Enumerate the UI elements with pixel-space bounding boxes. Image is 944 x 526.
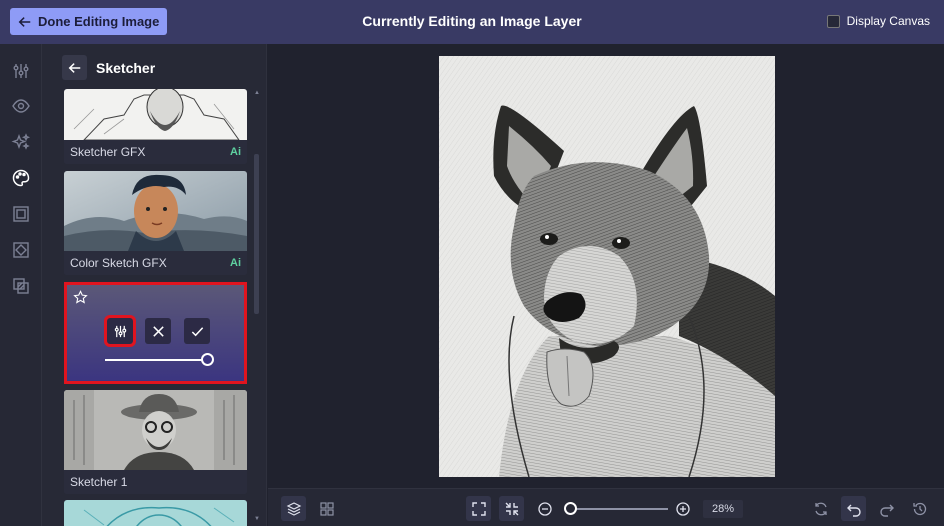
- ai-badge: Ai: [230, 257, 241, 269]
- grid-icon: [319, 501, 334, 516]
- refresh-icon: [814, 502, 827, 515]
- layers-icon: [286, 501, 301, 516]
- top-bar: Done Editing Image Currently Editing an …: [0, 0, 944, 44]
- scroll-thumb[interactable]: [254, 154, 259, 314]
- zoom-in-button[interactable]: [670, 496, 695, 521]
- display-canvas-checkbox[interactable]: [826, 14, 840, 28]
- redo-icon: [879, 504, 894, 517]
- arrow-left-icon: [68, 62, 80, 73]
- scroll-up-icon[interactable]: ▲: [254, 90, 260, 96]
- shrink-icon: [505, 502, 518, 515]
- checkmark-icon: [191, 326, 203, 336]
- filter-card-label: Sketcher 1: [70, 475, 128, 489]
- undo-icon: [846, 504, 861, 517]
- active-filter-card[interactable]: [64, 282, 247, 384]
- canvas-area[interactable]: [268, 44, 944, 488]
- minus-circle-icon: [537, 501, 552, 516]
- fit-to-screen-button[interactable]: [466, 496, 491, 521]
- reset-button[interactable]: [808, 496, 833, 521]
- favorite-star-icon[interactable]: [73, 290, 88, 305]
- filter-card-next[interactable]: [64, 500, 247, 526]
- sliders-icon: [114, 325, 126, 337]
- close-icon: [152, 325, 164, 337]
- slider-handle[interactable]: [201, 353, 214, 366]
- tool-rail: [0, 44, 42, 526]
- layers-button[interactable]: [281, 496, 306, 521]
- redo-button[interactable]: [874, 496, 899, 521]
- plus-circle-icon: [675, 501, 690, 516]
- undo-button[interactable]: [841, 496, 866, 521]
- image-layer[interactable]: [439, 56, 775, 477]
- filter-intensity-slider[interactable]: [105, 353, 214, 366]
- filter-card-sketcher-1[interactable]: Sketcher 1: [64, 390, 247, 494]
- filter-card-caption: Color Sketch GFX Ai: [64, 251, 247, 275]
- expand-icon: [471, 501, 486, 516]
- filter-settings-button[interactable]: [104, 315, 136, 347]
- actual-size-button[interactable]: [499, 496, 524, 521]
- zoom-slider-handle[interactable]: [564, 502, 577, 515]
- filter-card-caption: Sketcher GFX Ai: [64, 140, 247, 164]
- apply-filter-button[interactable]: [184, 318, 210, 344]
- zoom-value-field[interactable]: 28%: [703, 500, 743, 518]
- filter-thumbnail: [64, 171, 247, 251]
- filter-card-label: Sketcher GFX: [70, 145, 146, 159]
- display-canvas-label: Display Canvas: [846, 14, 930, 28]
- history-icon: [912, 502, 926, 515]
- bottom-toolbar: 28%: [268, 488, 944, 526]
- cancel-filter-button[interactable]: [145, 318, 171, 344]
- filter-panel: Sketcher Sketcher GFX Ai Color Sketch GF…: [42, 44, 267, 526]
- adjustments-icon[interactable]: [11, 61, 31, 81]
- display-canvas-toggle[interactable]: Display Canvas: [826, 14, 930, 28]
- scroll-down-icon[interactable]: ▼: [254, 516, 260, 522]
- filter-thumbnail: [64, 89, 247, 140]
- filter-thumbnail: [64, 500, 247, 526]
- zoom-slider[interactable]: [568, 508, 668, 510]
- filter-card-sketcher-gfx[interactable]: Sketcher GFX Ai: [64, 89, 247, 164]
- panel-back-button[interactable]: [62, 55, 87, 80]
- history-button[interactable]: [907, 496, 932, 521]
- eye-icon[interactable]: [11, 96, 31, 116]
- panel-header: Sketcher: [62, 55, 155, 80]
- overlay-icon[interactable]: [11, 276, 31, 296]
- palette-icon[interactable]: [11, 168, 31, 188]
- arrow-left-icon: [18, 16, 31, 27]
- filter-card-color-sketch-gfx[interactable]: Color Sketch GFX Ai: [64, 171, 247, 275]
- filter-thumbnail: [64, 390, 247, 470]
- done-editing-label: Done Editing Image: [38, 14, 160, 29]
- ai-badge: Ai: [230, 146, 241, 158]
- panel-scrollbar[interactable]: ▲ ▼: [254, 90, 260, 522]
- panel-title: Sketcher: [96, 59, 156, 76]
- zoom-out-button[interactable]: [532, 496, 557, 521]
- filter-card-label: Color Sketch GFX: [70, 256, 167, 270]
- frame-icon[interactable]: [11, 204, 31, 224]
- texture-icon[interactable]: [11, 240, 31, 260]
- magic-sparkle-icon[interactable]: [11, 132, 31, 152]
- filter-card-caption: Sketcher 1: [64, 470, 247, 494]
- done-editing-button[interactable]: Done Editing Image: [10, 8, 168, 35]
- grid-button[interactable]: [314, 496, 339, 521]
